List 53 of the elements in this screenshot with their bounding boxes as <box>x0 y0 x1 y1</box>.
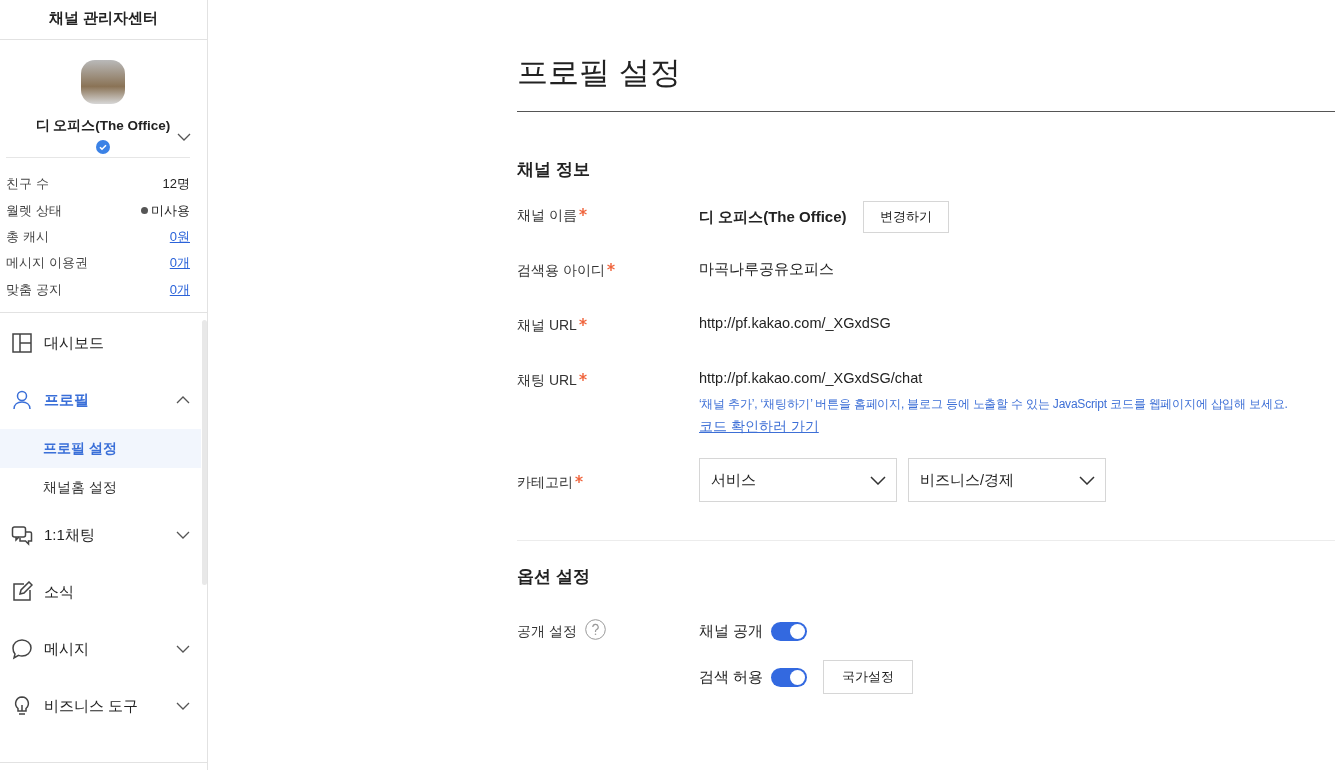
chevron-down-icon[interactable] <box>177 133 191 141</box>
nav-item[interactable]: 메시지 <box>0 620 201 678</box>
toggle-switch[interactable] <box>771 621 808 641</box>
chevron-down-icon <box>1079 475 1095 485</box>
toggle-label: 검색 허용 <box>699 667 764 687</box>
field-label: 카테고리 <box>517 474 573 492</box>
nav-item[interactable]: 프로필 <box>0 371 201 429</box>
stat-label: 총 캐시 <box>6 227 49 246</box>
stat-label: 메시지 이용권 <box>6 254 88 273</box>
code-link[interactable]: 코드 확인하러 가기 <box>699 418 819 436</box>
change-button[interactable]: 변경하기 <box>862 201 949 233</box>
field-value: http://pf.kakao.com/_XGxdSG/chat <box>699 370 924 386</box>
stat-link[interactable]: 0원 <box>169 227 190 246</box>
field-value: 마곡나루공유오피스 <box>699 260 834 279</box>
toggle-switch[interactable] <box>771 667 808 687</box>
category-dropdown[interactable]: 서비스 <box>699 458 897 502</box>
hint-text: ‘채널 추가’, ‘채팅하기’ 버튼을 홈페이지, 블로그 등에 노출할 수 있는 JavaScript 코드를 웹페이지에 삽입해 보세요. <box>699 396 1288 413</box>
stat-label: 월렛 상태 <box>6 201 62 220</box>
person-icon <box>11 389 33 412</box>
section-heading: 채널 정보 <box>517 159 591 181</box>
scrollbar[interactable] <box>202 319 207 585</box>
edit-icon <box>11 581 33 604</box>
field-label: 채널 URL <box>517 317 577 335</box>
category-dropdown[interactable]: 비즈니스/경제 <box>908 458 1106 502</box>
field-label: 검색용 아이디 <box>517 262 605 280</box>
stat-link[interactable]: 0개 <box>169 280 190 299</box>
section-heading: 옵션 설정 <box>517 566 591 588</box>
nav-item[interactable]: 비즈니스 도구 <box>0 677 201 735</box>
channel-name: 디 오피스(The Office) <box>35 117 171 135</box>
stat-value: 12명 <box>162 175 190 194</box>
page-title: 프로필 설정 <box>517 52 1335 112</box>
nav-item[interactable]: 소식 <box>0 563 201 621</box>
chat-bubbles-icon <box>11 524 33 547</box>
chevron-down-icon <box>870 475 886 485</box>
nav-item[interactable]: 1:1채팅 <box>0 506 201 564</box>
field-label: 채팅 URL <box>517 372 577 390</box>
speech-bubble-icon <box>11 638 33 661</box>
stat-value: 미사용 <box>151 201 190 220</box>
stat-label: 맞춤 공지 <box>6 280 62 299</box>
nav-item[interactable]: 대시보드 <box>0 314 201 372</box>
subnav-item[interactable]: 채널홈 설정 <box>0 467 201 507</box>
layout-icon <box>11 332 33 355</box>
photo-placeholder <box>81 60 125 104</box>
sidebar-title: 채널 관리자센터 <box>0 0 207 40</box>
field-value: 디 오피스(The Office) <box>699 207 847 227</box>
toggle-label: 채널 공개 <box>699 621 764 641</box>
field-label: 채널 이름 <box>517 207 577 225</box>
subnav-item[interactable]: 프로필 설정 <box>0 428 201 468</box>
stat-link[interactable]: 0개 <box>169 254 190 273</box>
field-label: 공개 설정 <box>517 623 577 641</box>
country-settings-button[interactable]: 국가설정 <box>823 660 914 694</box>
field-value: http://pf.kakao.com/_XGxdSG <box>699 315 891 331</box>
stat-label: 친구 수 <box>6 175 49 194</box>
